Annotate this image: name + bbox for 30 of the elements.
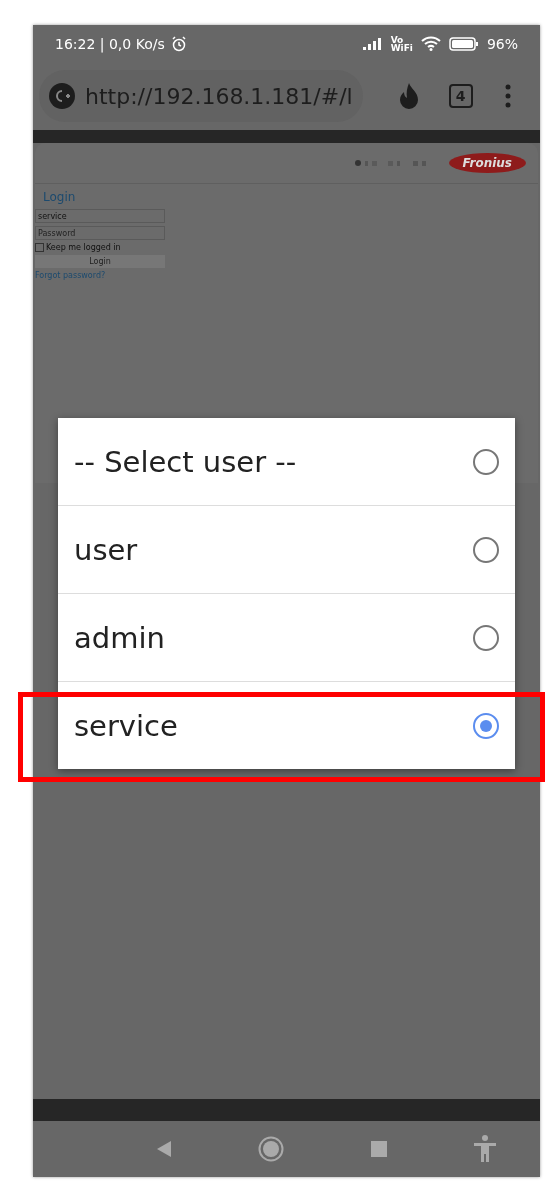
user-option[interactable]: service (58, 682, 515, 769)
home-icon[interactable] (258, 1136, 285, 1162)
keep-logged-label: Keep me logged in (46, 243, 121, 252)
site-icon (49, 83, 75, 109)
status-time: 16:22 | 0,0 Ko/s (55, 35, 165, 52)
user-select[interactable]: service (35, 209, 165, 223)
user-option[interactable]: admin (58, 594, 515, 682)
keep-logged-checkbox[interactable] (35, 243, 44, 252)
login-button[interactable]: Login (35, 255, 165, 268)
battery-level: 96% (486, 35, 518, 52)
user-option[interactable]: user (58, 506, 515, 594)
radio-button[interactable] (473, 448, 499, 475)
radio-button[interactable] (473, 712, 499, 739)
radio-button[interactable] (473, 536, 499, 563)
password-field[interactable]: Password (35, 226, 165, 240)
menu-icon[interactable] (504, 84, 511, 108)
radio-button[interactable] (473, 624, 499, 651)
wifi-icon (420, 36, 441, 51)
brand-logo: Fronius (448, 153, 526, 173)
url-field[interactable]: http://192.168.1.181/#/l (39, 70, 363, 122)
battery-icon (448, 36, 479, 51)
recents-icon[interactable] (370, 1141, 387, 1157)
user-option[interactable]: -- Select user -- (58, 418, 515, 506)
accessibility-icon[interactable] (472, 1135, 497, 1163)
login-title: Login (42, 190, 77, 204)
alarm-icon (170, 35, 187, 52)
tab-count-button[interactable]: 4 (448, 84, 473, 108)
vowifi-label: Vo WiFi (390, 35, 413, 52)
signal-icon (362, 37, 383, 50)
back-icon[interactable] (156, 1140, 173, 1158)
